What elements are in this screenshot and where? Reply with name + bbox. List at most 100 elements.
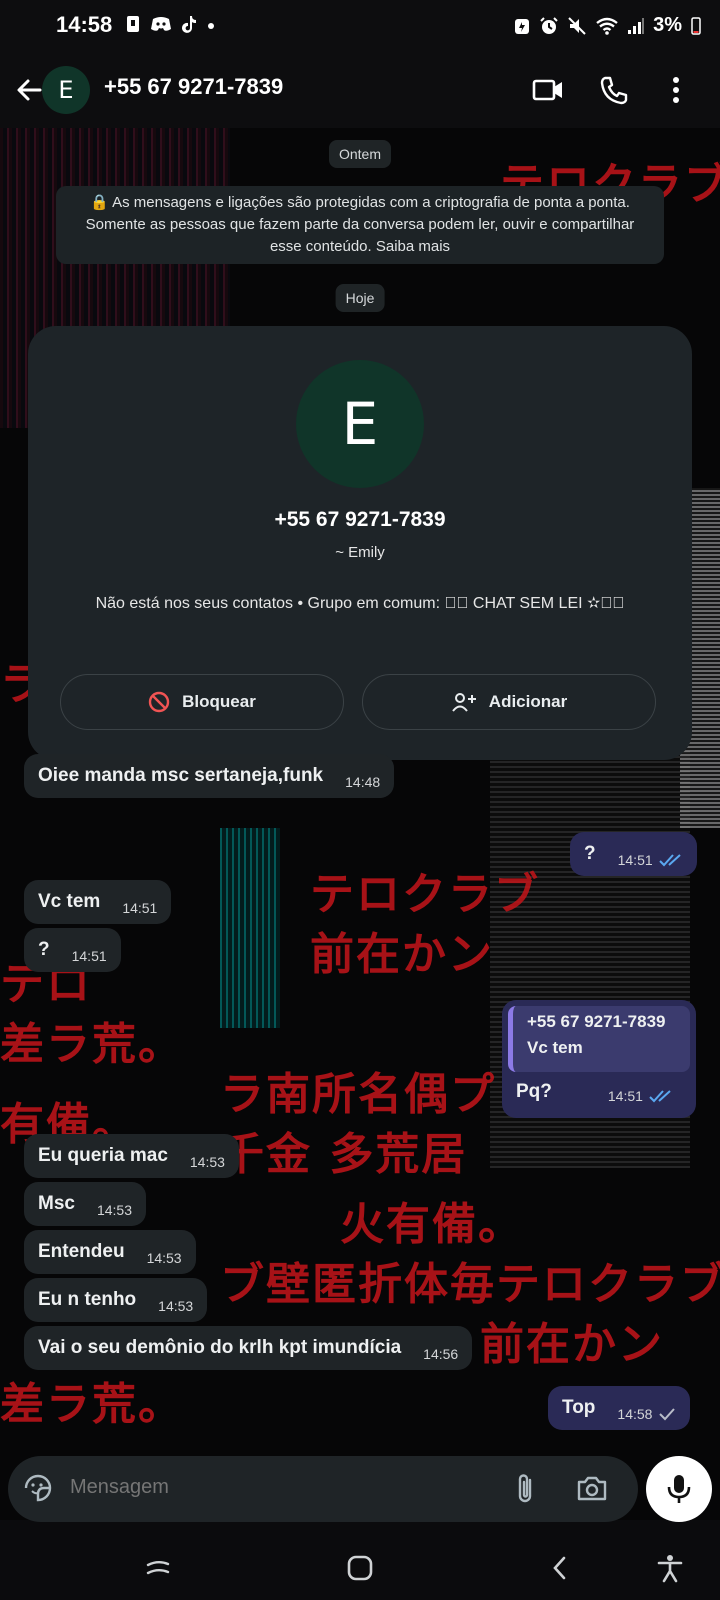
status-icons-left	[124, 14, 216, 34]
block-label: Bloquear	[182, 692, 256, 711]
status-time: 14:58	[56, 12, 113, 37]
avatar[interactable]: E	[42, 66, 90, 114]
wallpaper-glyphs: 千金 多荒居	[220, 1129, 468, 1180]
attach-button[interactable]	[514, 1472, 538, 1511]
dot-icon	[208, 23, 214, 29]
back-nav-button[interactable]	[544, 1552, 576, 1584]
home-icon	[347, 1555, 373, 1581]
alarm-icon	[540, 16, 558, 34]
message-text: ?	[38, 939, 50, 960]
date-separator-today: Hoje	[335, 284, 385, 312]
message-incoming[interactable]: Vc tem 14:51	[24, 880, 172, 924]
contact-avatar-large[interactable]: E	[296, 360, 424, 488]
sticker-icon	[24, 1474, 52, 1502]
read-ticks-icon	[658, 853, 683, 867]
wallpaper-glyphs: 差ラ荒。	[0, 1019, 184, 1070]
chat-header: E +55 67 9271-7839	[0, 52, 720, 128]
sticker-button[interactable]	[22, 1472, 54, 1509]
read-ticks-icon	[649, 1089, 673, 1103]
arrow-left-icon	[17, 79, 42, 101]
message-time: 14:53	[158, 1298, 194, 1314]
status-bar: 14:58 3%	[0, 0, 720, 52]
message-text: Eu n tenho	[38, 1289, 137, 1310]
message-incoming[interactable]: ? 14:51	[24, 928, 121, 972]
more-options-button[interactable]	[656, 70, 696, 110]
message-time: 14:51	[122, 900, 158, 916]
message-text: Entendeu	[38, 1241, 125, 1262]
contact-phone: +55 67 9271-7839	[274, 508, 446, 531]
battery-percent: 3%	[653, 14, 682, 36]
message-incoming[interactable]: Eu queria mac 14:53	[24, 1134, 239, 1178]
paperclip-icon	[518, 1474, 532, 1503]
block-icon	[148, 691, 170, 713]
message-text: Vc tem	[38, 891, 101, 912]
block-button[interactable]: Bloquear	[60, 674, 344, 730]
message-incoming[interactable]: Msc 14:53	[24, 1182, 147, 1226]
camera-icon	[577, 1476, 607, 1501]
message-time: 14:58	[617, 1406, 653, 1422]
wallpaper-glyphs: 差ラ荒。	[0, 1379, 184, 1430]
video-call-button[interactable]	[528, 70, 568, 110]
mute-icon	[568, 16, 586, 35]
unknown-contact-card: E +55 67 9271-7839 ~ Emily Não está nos …	[28, 326, 692, 760]
encryption-notice[interactable]: 🔒 As mensagens e ligações são protegidas…	[56, 186, 664, 264]
discord-icon	[151, 17, 171, 31]
message-text: Top	[562, 1397, 596, 1418]
sent-tick-icon	[658, 1407, 676, 1421]
message-time: 14:48	[345, 774, 381, 790]
sim-icon	[127, 16, 139, 32]
voice-message-button[interactable]	[646, 1456, 712, 1522]
video-camera-icon	[532, 79, 562, 101]
message-time: 14:51	[71, 948, 107, 964]
message-time: 14:51	[607, 1088, 643, 1104]
add-contact-button[interactable]: Adicionar	[362, 674, 656, 730]
more-vertical-icon	[673, 77, 679, 103]
message-outgoing-reply[interactable]: +55 67 9271-7839 Vc tem Pq? 14:51	[502, 1000, 696, 1118]
recents-button[interactable]	[142, 1552, 174, 1584]
avatar-letter: E	[341, 390, 379, 458]
quoted-message[interactable]: +55 67 9271-7839 Vc tem	[508, 1006, 690, 1072]
message-text: Msc	[38, 1193, 75, 1214]
battery-saver-icon	[515, 18, 530, 34]
wallpaper-glyphs: 火有備。	[340, 1199, 524, 1250]
message-incoming[interactable]: Eu n tenho 14:53	[24, 1278, 208, 1322]
message-composer	[8, 1456, 638, 1522]
chevron-left-icon	[553, 1556, 566, 1580]
message-incoming[interactable]: Oiee manda msc sertaneja,funk 14:48	[24, 754, 395, 798]
message-text: Vai o seu demônio do krlh kpt imundícia	[38, 1337, 402, 1358]
message-outgoing[interactable]: ? 14:51	[570, 832, 697, 876]
contact-push-name: ~ Emily	[335, 544, 385, 561]
message-time: 14:53	[96, 1202, 133, 1218]
battery-icon	[691, 16, 701, 35]
signal-icon	[628, 17, 645, 34]
phone-icon	[600, 76, 628, 105]
avatar-letter: E	[58, 76, 74, 104]
message-time: 14:51	[617, 852, 653, 868]
home-button[interactable]	[344, 1552, 376, 1584]
microphone-icon	[667, 1475, 691, 1503]
status-icons-right: 3%	[513, 14, 702, 37]
accessibility-button[interactable]	[654, 1552, 686, 1584]
message-outgoing[interactable]: Top 14:58	[548, 1386, 691, 1430]
message-input[interactable]	[70, 1476, 490, 1499]
message-text: Pq?	[516, 1081, 552, 1102]
tiktok-icon	[182, 16, 196, 33]
voice-call-button[interactable]	[594, 70, 634, 110]
wallpaper-noise	[220, 828, 280, 1028]
add-label: Adicionar	[488, 692, 568, 711]
wifi-icon	[596, 17, 618, 35]
message-time: 14:53	[189, 1154, 225, 1170]
message-incoming[interactable]: Vai o seu demônio do krlh kpt imundícia …	[24, 1326, 473, 1370]
system-nav-bar	[0, 1534, 720, 1600]
camera-button[interactable]	[576, 1474, 608, 1507]
quoted-author: +55 67 9271-7839	[527, 1012, 666, 1031]
message-text: Oiee manda msc sertaneja,funk	[38, 765, 324, 786]
message-incoming[interactable]: Entendeu 14:53	[24, 1230, 196, 1274]
contact-title[interactable]: +55 67 9271-7839	[104, 74, 283, 100]
recents-icon	[146, 1561, 170, 1575]
message-time: 14:56	[423, 1346, 459, 1362]
message-text: ?	[584, 843, 596, 864]
wallpaper-glyphs: 前在かン	[480, 1319, 664, 1370]
contact-info-text: Não está nos seus contatos • Grupo em co…	[95, 595, 625, 612]
date-separator-yesterday: Ontem	[328, 140, 392, 168]
